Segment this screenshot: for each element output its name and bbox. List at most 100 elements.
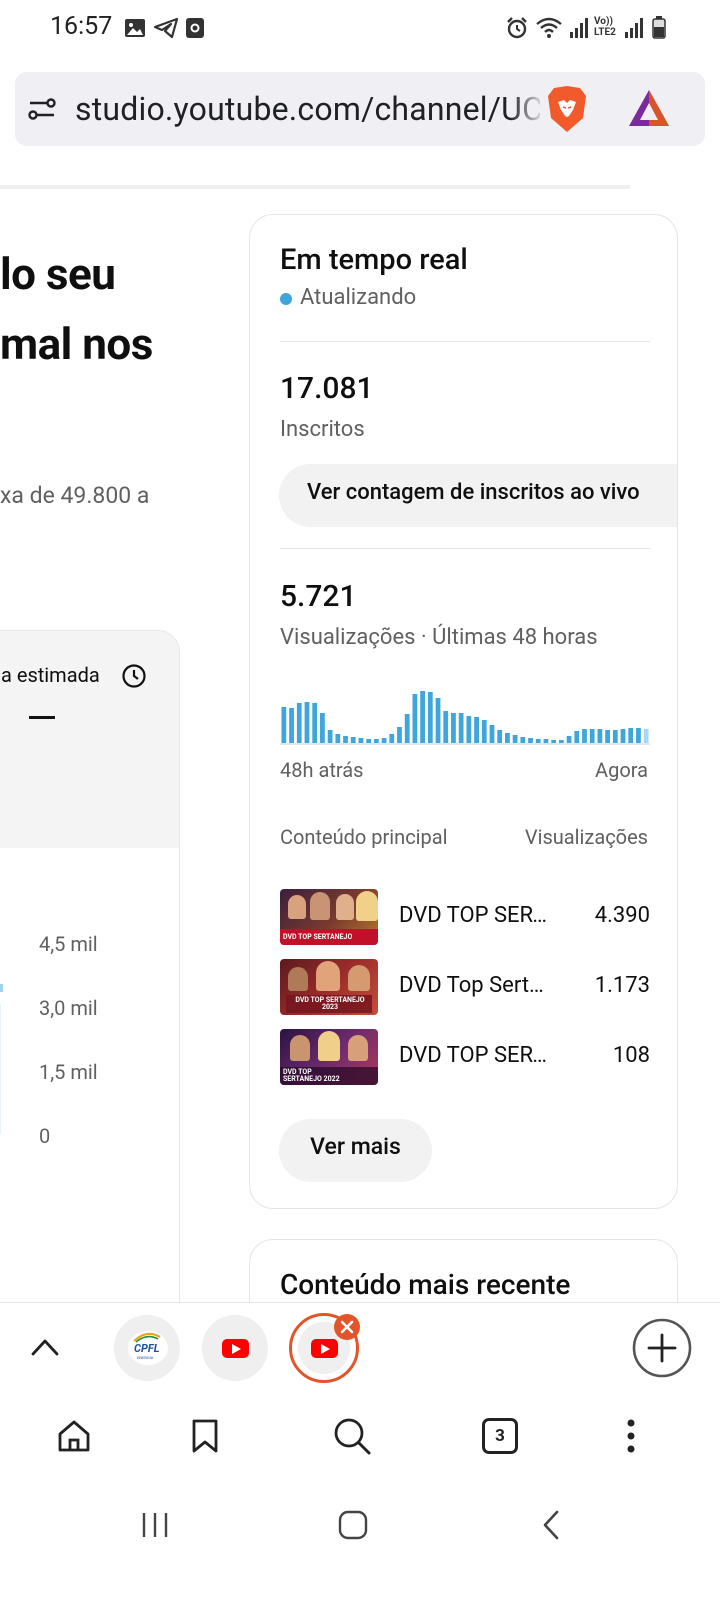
home-icon[interactable] [56, 1418, 92, 1454]
tab-cpfl[interactable]: CPFL ENERGIA [114, 1315, 180, 1381]
chart-bar [574, 731, 580, 743]
views-count: 5.721 [280, 579, 357, 614]
chart-bar [404, 714, 410, 743]
browser-bottom-toolbar: 3 [0, 1394, 720, 1484]
chart-axis-end: Agora [595, 758, 648, 782]
status-bar: 16:57 Vo)) LTE2 [0, 0, 720, 60]
chart-bar [605, 730, 610, 743]
views-label: Visualizações · Últimas 48 horas [280, 625, 598, 650]
system-navigation-bar [0, 1484, 720, 1600]
bookmark-icon[interactable] [190, 1418, 220, 1454]
site-settings-icon[interactable] [27, 94, 57, 124]
home-button-icon[interactable] [337, 1509, 369, 1541]
chart-bar [420, 691, 425, 743]
chart-bar [528, 738, 533, 743]
brave-shields-icon[interactable] [545, 84, 589, 134]
subscribers-label: Inscritos [280, 417, 365, 442]
recent-content-title: Conteúdo mais recente [280, 1268, 571, 1301]
chart-bar [535, 739, 541, 743]
chart-bar [466, 716, 472, 743]
chart-bar [551, 740, 557, 743]
chart-bar [566, 736, 572, 743]
close-tab-icon[interactable] [333, 1313, 361, 1341]
realtime-status: Atualizando [300, 285, 417, 310]
signal-icon-2 [625, 18, 643, 38]
y-tick-label: 4,5 mil [39, 932, 98, 956]
y-tick-label: 1,5 mil [39, 1060, 98, 1084]
list-item[interactable]: DVD TOP SERTANEJO 2022 DVD TOP SERTANEJO… [280, 1029, 650, 1085]
chart-bar [358, 738, 364, 743]
cpfl-logo-subtext: ENERGIA [137, 1355, 154, 1360]
chart-bar [397, 727, 402, 743]
chart-bar [497, 730, 503, 743]
video-views: 4.390 [594, 903, 650, 928]
back-icon[interactable] [540, 1509, 562, 1541]
url-text[interactable]: studio.youtube.com/channel/UC [75, 90, 540, 128]
chart-bar [343, 736, 348, 743]
chart-bar [458, 713, 464, 743]
chart-bar [582, 729, 587, 743]
chart-bar [312, 703, 318, 743]
video-thumbnail[interactable]: DVD TOP SERTANEJO 2023 [280, 959, 378, 1015]
chart-bar [304, 702, 310, 743]
video-thumbnail[interactable]: DVD TOP SERTANEJO 2022 [280, 1029, 378, 1085]
tab-strip: CPFL ENERGIA [0, 1302, 720, 1394]
left-heading-line-1: lo seu [0, 248, 116, 300]
live-status-dot [280, 293, 292, 305]
video-title[interactable]: DVD TOP SERTANEJO 2022 [399, 1043, 549, 1068]
video-title[interactable]: DVD Top Sertanejo 2023 [399, 973, 549, 998]
estimated-value [29, 716, 55, 719]
recent-apps-icon[interactable] [140, 1510, 170, 1540]
chart-bar [451, 713, 456, 743]
brave-rewards-icon[interactable] [627, 88, 671, 128]
y-tick-label: 3,0 mil [39, 996, 98, 1020]
alarm-icon [507, 17, 527, 39]
chart-bar [427, 692, 433, 743]
list-item[interactable]: DVD TOP SERTANEJO DVD TOP SERTANEJO 2024… [280, 889, 650, 945]
chart-bar [412, 694, 418, 743]
volte-badge: Vo)) LTE2 [594, 16, 616, 38]
video-thumbnail[interactable]: DVD TOP SERTANEJO [280, 889, 378, 945]
clock-icon[interactable] [121, 663, 147, 689]
progress-line [0, 185, 630, 189]
list-item[interactable]: DVD TOP SERTANEJO 2023 DVD Top Sertanejo… [280, 959, 650, 1015]
more-menu-icon[interactable] [624, 1418, 638, 1454]
tab-youtube-1[interactable] [202, 1315, 268, 1381]
battery-icon [652, 16, 666, 39]
views-bar-chart [280, 691, 650, 745]
new-tab-icon[interactable] [632, 1318, 692, 1378]
see-more-button[interactable]: Ver mais [279, 1119, 432, 1182]
chart-bar [381, 738, 387, 743]
chevron-up-icon[interactable] [30, 1336, 60, 1358]
chart-bar [443, 711, 449, 743]
search-icon[interactable] [332, 1416, 372, 1456]
youtube-icon [311, 1339, 338, 1358]
screen-record-icon [186, 18, 204, 38]
tab-count-button[interactable]: 3 [482, 1418, 518, 1454]
chart-bar [628, 728, 634, 743]
see-more-label: Ver mais [310, 1133, 401, 1160]
chart-bar [481, 720, 487, 743]
views-column-header: Visualizações [524, 825, 648, 849]
chart-axis-start: 48h atrás [280, 758, 364, 782]
thumbnail-caption: DVD TOP SERTANEJO 2022 [283, 1068, 340, 1083]
thumbnail-caption: DVD TOP SERTANEJO [283, 933, 353, 941]
chart-bar [636, 728, 641, 743]
video-views: 1.173 [594, 973, 650, 998]
video-title[interactable]: DVD TOP SERTANEJO 2024 [399, 903, 549, 928]
top-content-header: Conteúdo principal [280, 825, 448, 849]
address-bar[interactable]: studio.youtube.com/channel/UC [15, 72, 705, 146]
chart-bar [281, 707, 287, 743]
youtube-icon [222, 1339, 249, 1358]
chart-bar [612, 730, 618, 743]
chart-bar [505, 733, 510, 743]
live-subscriber-count-button[interactable]: Ver contagem de inscritos ao vivo [279, 464, 677, 527]
subscribers-count: 17.081 [280, 371, 374, 406]
chart-bar [597, 729, 603, 743]
chart-bar [558, 740, 564, 743]
estimated-card: a estimada [0, 630, 180, 1330]
chart-bar [643, 729, 649, 743]
chart-bar [520, 737, 526, 743]
thumbnail-caption: DVD TOP SERTANEJO 2023 [295, 996, 365, 1011]
chart-bar [474, 717, 479, 743]
